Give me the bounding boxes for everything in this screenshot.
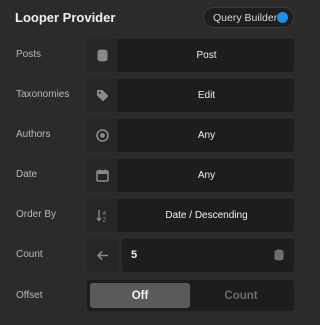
authors-select[interactable]: Any	[87, 119, 294, 152]
svg-text:Z: Z	[103, 218, 107, 223]
svg-text:A: A	[103, 211, 107, 217]
posts-select[interactable]: Post	[87, 39, 294, 72]
row-authors: Authors Any	[0, 119, 305, 152]
calendar-icon	[87, 159, 119, 192]
order-by-select[interactable]: AZ Date / Descending	[87, 199, 294, 232]
date-value: Any	[197, 170, 216, 181]
database-icon	[87, 39, 119, 72]
row-posts: Posts Post	[0, 39, 305, 72]
order-by-value: Date / Descending	[165, 210, 248, 221]
arrow-left-icon[interactable]	[87, 239, 118, 272]
taxonomies-edit-button[interactable]: Edit	[87, 79, 294, 112]
row-date: Date Any	[0, 159, 305, 192]
authors-label: Authors	[16, 129, 51, 140]
panel-header: Looper Provider Query Builder	[0, 0, 305, 36]
offset-option-off[interactable]: Off	[90, 283, 190, 308]
taxonomies-value: Edit	[197, 90, 216, 101]
count-input[interactable]: 5	[122, 239, 294, 272]
offset-label: Offset	[16, 290, 43, 301]
tag-icon	[87, 79, 119, 112]
row-offset: Offset Off Count	[0, 280, 305, 313]
row-taxonomies: Taxonomies Edit	[0, 79, 305, 112]
toggle-on-indicator	[277, 12, 288, 23]
order-by-label: Order By	[16, 209, 57, 220]
count-control: 5	[87, 239, 294, 272]
database-icon[interactable]	[274, 249, 284, 261]
offset-segmented-control: Off Count	[87, 280, 294, 311]
query-builder-label: Query Builder	[213, 12, 278, 24]
date-label: Date	[16, 169, 38, 180]
count-label: Count	[16, 249, 43, 260]
sort-icon: AZ	[87, 199, 119, 232]
taxonomies-label: Taxonomies	[16, 89, 70, 100]
posts-value: Post	[196, 50, 217, 61]
panel-title: Looper Provider	[15, 10, 116, 25]
posts-label: Posts	[16, 49, 42, 60]
row-count: Count 5	[0, 239, 305, 272]
row-order-by: Order By AZ Date / Descending	[0, 199, 305, 232]
date-select[interactable]: Any	[87, 159, 294, 192]
authors-value: Any	[197, 130, 216, 141]
offset-option-count[interactable]: Count	[191, 283, 291, 308]
user-circle-icon	[87, 119, 119, 152]
count-value: 5	[131, 249, 138, 261]
query-builder-toggle[interactable]: Query Builder	[203, 7, 294, 28]
